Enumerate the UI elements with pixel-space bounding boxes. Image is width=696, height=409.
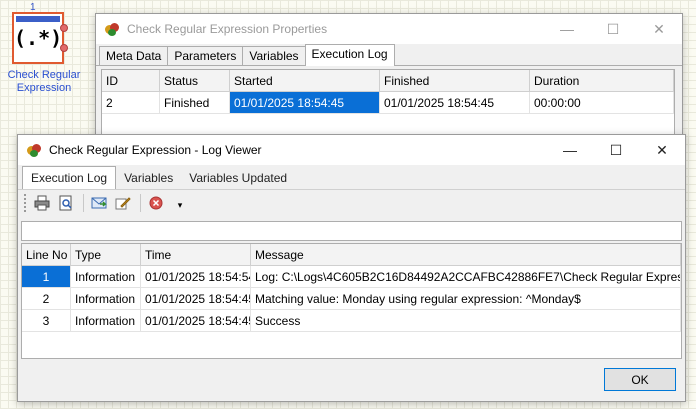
tab-variables[interactable]: Variables [242, 46, 306, 65]
column-header-status[interactable]: Status [160, 70, 230, 91]
cell-line-no[interactable]: 1 [22, 266, 71, 287]
table-row[interactable]: 2 Finished 01/01/2025 18:54:45 01/01/202… [102, 92, 674, 114]
edit-icon[interactable] [112, 193, 134, 213]
column-header-duration[interactable]: Duration [530, 70, 674, 91]
cell-time: 01/01/2025 18:54:45 [141, 288, 251, 309]
toolbar-separator [140, 193, 141, 212]
column-header-type[interactable]: Type [71, 244, 141, 265]
email-icon[interactable] [88, 193, 110, 213]
cell-finished: 01/01/2025 18:54:45 [380, 92, 530, 113]
cell-id: 2 [102, 92, 160, 113]
log-viewer-tabs: Execution Log Variables Variables Update… [18, 165, 685, 189]
table-row[interactable]: 2 Information 01/01/2025 18:54:45 Matchi… [22, 288, 681, 310]
column-header-message[interactable]: Message [251, 244, 681, 265]
cell-time: 01/01/2025 18:54:54 [141, 266, 251, 287]
cell-duration: 00:00:00 [530, 92, 674, 113]
tab-execution-log[interactable]: Execution Log [304, 44, 395, 66]
cell-type: Information [71, 310, 141, 331]
regex-node[interactable]: (.*) [12, 12, 68, 64]
regex-icon: (.*) [14, 26, 63, 50]
stop-icon[interactable] [145, 193, 167, 213]
cell-time: 01/01/2025 18:54:45 [141, 310, 251, 331]
column-header-finished[interactable]: Finished [380, 70, 530, 91]
maximize-button[interactable]: ☐ [590, 14, 636, 44]
cell-status: Finished [160, 92, 230, 113]
column-header-line-no[interactable]: Line No [22, 244, 71, 265]
grid-header: ID Status Started Finished Duration [102, 70, 674, 92]
log-viewer-titlebar[interactable]: Check Regular Expression - Log Viewer — … [18, 135, 685, 165]
dropdown-arrow-icon[interactable]: ▾ [169, 193, 191, 213]
filter-bar[interactable] [21, 221, 682, 241]
tab-parameters[interactable]: Parameters [167, 46, 244, 65]
log-viewer-window: Check Regular Expression - Log Viewer — … [17, 134, 686, 402]
minimize-button[interactable]: — [547, 135, 593, 165]
print-preview-icon[interactable] [55, 193, 77, 213]
table-row[interactable]: 3 Information 01/01/2025 18:54:45 Succes… [22, 310, 681, 332]
properties-titlebar[interactable]: Check Regular Expression Properties — ☐ … [96, 14, 682, 44]
cell-line-no: 2 [22, 288, 71, 309]
execution-log-grid[interactable]: ID Status Started Finished Duration 2 Fi… [101, 69, 675, 139]
tab-variables-updated[interactable]: Variables Updated [181, 167, 295, 189]
window-title: Check Regular Expression - Log Viewer [49, 143, 262, 157]
column-header-started[interactable]: Started [230, 70, 380, 91]
tab-execution-log[interactable]: Execution Log [22, 166, 117, 189]
toolbar-separator [83, 193, 84, 212]
connector-dot-icon[interactable] [60, 24, 68, 32]
tab-meta-data[interactable]: Meta Data [99, 46, 169, 65]
grid-header: Line No Type Time Message [22, 244, 681, 266]
print-icon[interactable] [31, 193, 53, 213]
close-button[interactable]: ✕ [636, 14, 682, 44]
ok-button[interactable]: OK [604, 368, 676, 391]
node-label: Check Regular Expression [7, 69, 81, 94]
properties-window: Check Regular Expression Properties — ☐ … [95, 13, 683, 143]
minimize-button[interactable]: — [544, 14, 590, 44]
cell-type: Information [71, 288, 141, 309]
log-grid[interactable]: Line No Type Time Message 1 Information … [21, 243, 682, 359]
cell-type: Information [71, 266, 141, 287]
app-icon [26, 142, 42, 158]
app-icon [104, 21, 120, 37]
window-title: Check Regular Expression Properties [127, 22, 328, 36]
properties-tabs: Meta Data Parameters Variables Execution… [96, 44, 682, 66]
cell-message: Matching value: Monday using regular exp… [251, 288, 681, 309]
tab-variables[interactable]: Variables [116, 167, 181, 189]
cell-line-no: 3 [22, 310, 71, 331]
table-row[interactable]: 1 Information 01/01/2025 18:54:54 Log: C… [22, 266, 681, 288]
connector-dot-icon[interactable] [60, 44, 68, 52]
column-header-time[interactable]: Time [141, 244, 251, 265]
toolbar-grip[interactable] [24, 193, 27, 212]
cell-message: Success [251, 310, 681, 331]
node-header-bar [16, 16, 60, 22]
column-header-id[interactable]: ID [102, 70, 160, 91]
maximize-button[interactable]: ☐ [593, 135, 639, 165]
cell-message: Log: C:\Logs\4C605B2C16D84492A2CCAFBC428… [251, 266, 681, 287]
cell-started[interactable]: 01/01/2025 18:54:45 [230, 92, 380, 113]
log-toolbar: ▾ [18, 189, 685, 215]
close-button[interactable]: ✕ [639, 135, 685, 165]
